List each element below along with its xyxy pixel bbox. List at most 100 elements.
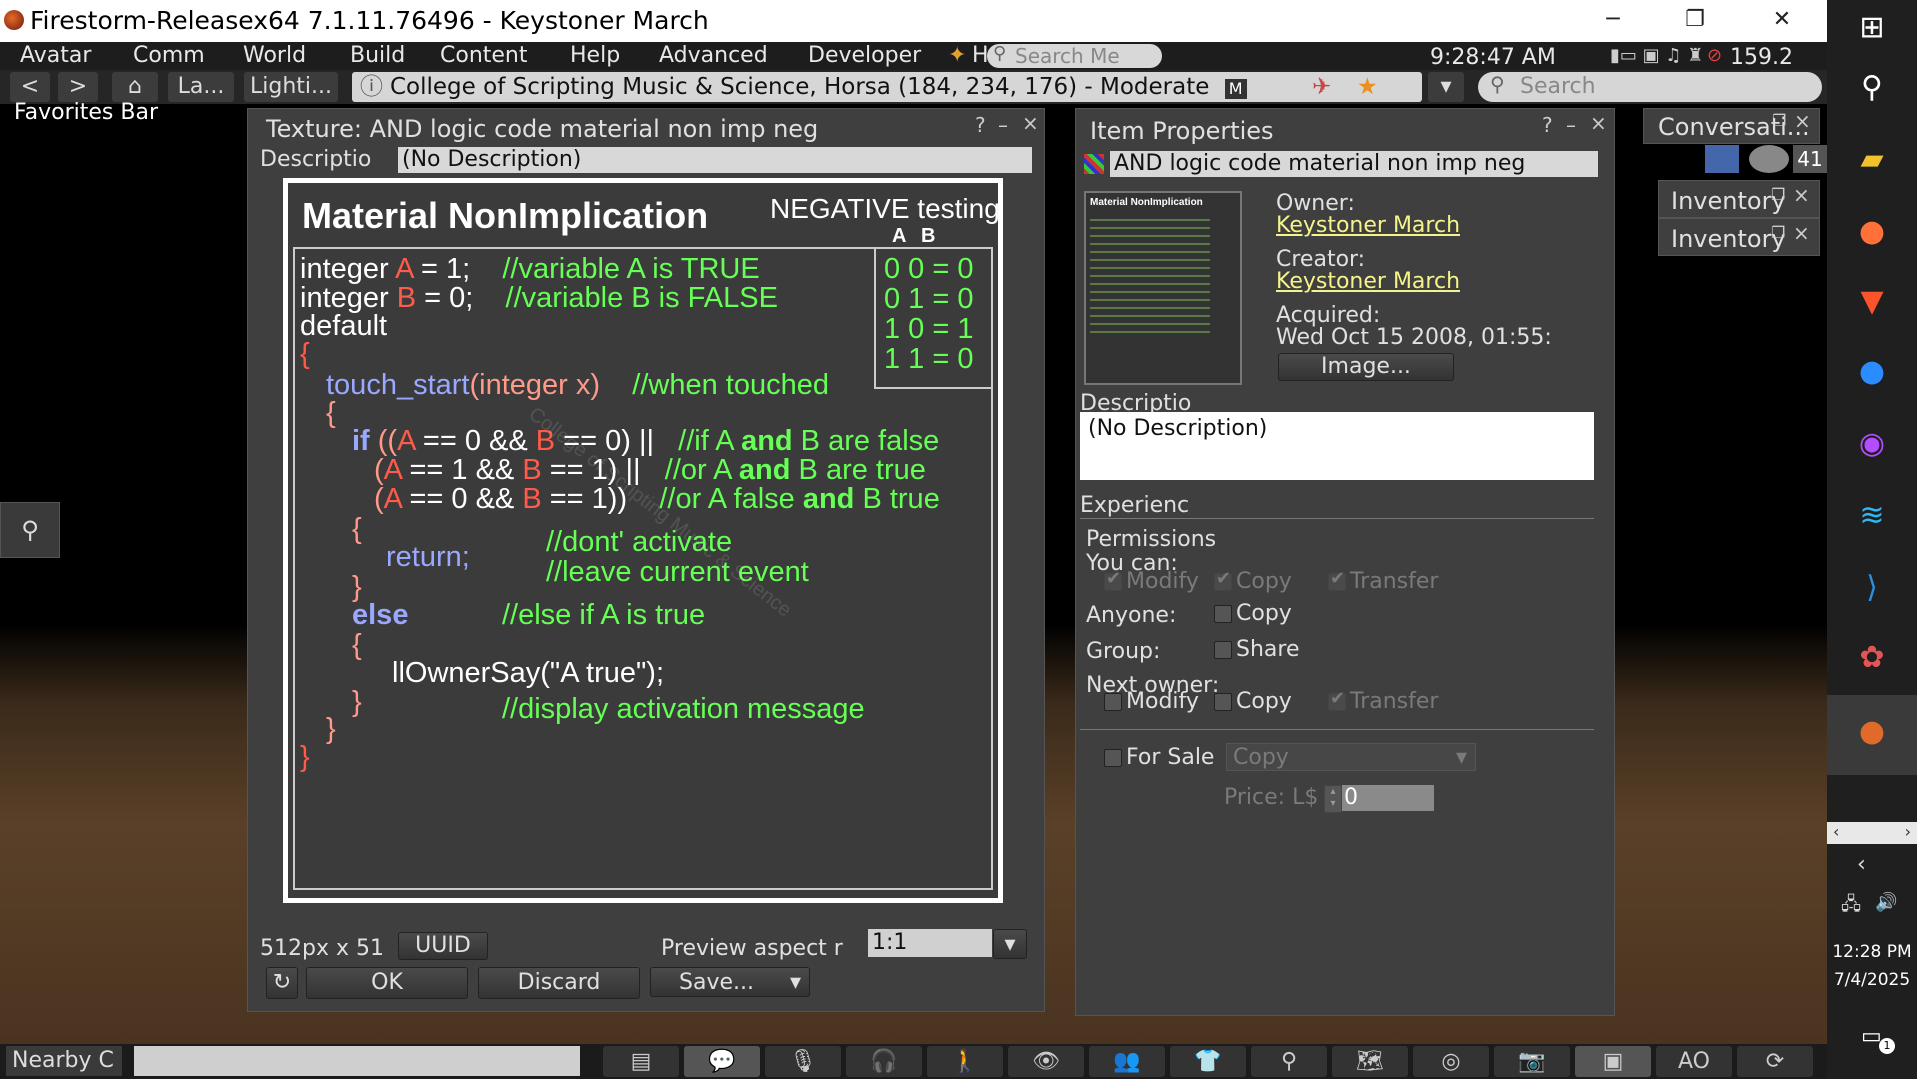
microphone-button[interactable]: 🎙 [765,1046,841,1077]
refresh-button[interactable]: ↻ [266,967,298,999]
radar-icon[interactable]: ◎ [1413,1046,1489,1077]
help-button[interactable]: ? [1542,113,1553,137]
search-menu-input[interactable]: Search Me [987,44,1162,68]
undock-icon[interactable]: ❐ [1772,111,1786,130]
close-floater-button[interactable]: × [1590,111,1607,135]
group-share-checkbox[interactable] [1214,641,1232,659]
sync-icon[interactable]: ⟳ [1737,1046,1813,1077]
windsurf-icon[interactable]: ≋ [1852,496,1892,536]
next-owner-copy-checkbox[interactable] [1214,693,1232,711]
restore-button[interactable]: ❐ [1655,0,1735,42]
home-button[interactable]: ⌂ [112,72,158,102]
firestorm-icon[interactable]: ● [1852,712,1892,752]
search-input[interactable]: Search [1478,72,1822,102]
undock-icon[interactable]: ❐ [1771,223,1785,242]
menu-world[interactable]: World [243,42,306,70]
inventory-floater-1[interactable]: Inventory ❐ × [1658,180,1820,218]
nearby-chat-button[interactable]: Nearby C [6,1046,122,1076]
minimize-floater-button[interactable]: – [1566,113,1576,137]
brave-icon[interactable]: ▼ [1852,282,1892,322]
owner-link[interactable]: Keystoner March [1276,213,1460,238]
item-name-input[interactable]: AND logic code material non imp neg [1110,151,1598,177]
firefox-dev-icon[interactable]: ● [1852,352,1892,392]
voice-icon[interactable]: ⊘ [1707,42,1722,70]
people-icon[interactable]: 👥 [1089,1046,1165,1077]
location-pin-button[interactable]: ⚲ [0,502,60,558]
aspect-dropdown-button[interactable]: ▾ [993,929,1027,959]
menu-content[interactable]: Content [440,42,528,70]
inventory-icon[interactable]: ▣ [1575,1046,1651,1077]
close-icon[interactable]: × [1793,221,1810,245]
close-icon[interactable]: × [1794,109,1811,133]
next-owner-modify-checkbox[interactable] [1104,693,1122,711]
location-input[interactable]: ⓘ College of Scripting Music & Science, … [352,72,1422,102]
taskbar-scrollbar[interactable]: ‹ › [1827,822,1917,844]
minimize-floater-button[interactable]: – [998,113,1008,137]
info-icon[interactable]: ⓘ [360,72,383,102]
chat-button[interactable]: 💬 [684,1046,760,1077]
for-sale-checkbox[interactable] [1104,749,1122,767]
help-button[interactable]: ? [975,113,986,137]
landmarks-button[interactable]: La... [168,72,234,102]
run-icon[interactable]: ✦ [948,42,966,70]
lighting-button[interactable]: Lighti... [244,72,338,102]
conversations-floater[interactable]: Conversati... ❐ × [1643,108,1820,144]
anyone-copy-checkbox[interactable] [1214,605,1232,623]
image-button[interactable]: Image... [1278,353,1454,381]
notecard-button[interactable]: ▤ [603,1046,679,1077]
close-floater-button[interactable]: × [1022,111,1039,135]
description-input[interactable]: (No Description) [398,147,1032,173]
discard-button[interactable]: Discard [478,967,640,999]
headphones-icon[interactable]: 🎧 [846,1046,922,1077]
undock-icon[interactable]: ❐ [1771,185,1785,204]
close-icon[interactable]: × [1793,183,1810,207]
walk-icon[interactable]: 🚶 [927,1046,1003,1077]
menu-advanced[interactable]: Advanced [659,42,768,70]
menu-comm[interactable]: Comm [133,42,205,70]
menu-avatar[interactable]: Avatar [20,42,91,70]
taskbar-date[interactable]: 7/4/2025 [1827,970,1917,990]
camera-icon[interactable]: 📷 [1494,1046,1570,1077]
media-icons[interactable]: ▮▭ ▣ ♫ ♜ [1610,42,1703,70]
network-icon[interactable]: 🖧 [1841,892,1861,922]
preview-aspect-combo[interactable]: 1:1 [868,929,992,957]
taskbar-time[interactable]: 12:28 PM [1827,942,1917,962]
price-input[interactable]: 0 [1342,785,1434,811]
windows-start-icon[interactable]: ⊞ [1852,8,1892,48]
chat-bubble-icon[interactable] [1749,145,1789,173]
minimize-button[interactable]: ─ [1573,0,1653,42]
conversation-thumbnail[interactable] [1705,145,1739,173]
location-dropdown-button[interactable]: ▾ [1428,72,1464,102]
favorite-star-icon[interactable]: ★ [1357,72,1378,102]
paint-icon[interactable]: ✿ [1852,638,1892,678]
chevron-left-icon[interactable]: ‹ [1857,852,1866,877]
back-button[interactable]: < [10,72,50,102]
balance[interactable]: 159.2 [1730,45,1793,70]
volume-icon[interactable]: 🔊 [1875,892,1897,913]
ao-button[interactable]: AO [1656,1046,1732,1077]
description-textarea[interactable]: (No Description) [1080,412,1594,480]
vscode-icon[interactable]: ⟩ [1852,568,1892,608]
menu-developer[interactable]: Developer [808,42,921,70]
map-icon[interactable]: 🗺 [1332,1046,1408,1077]
uuid-button[interactable]: UUID [398,932,488,960]
shirt-icon[interactable]: 👕 [1170,1046,1246,1077]
menu-help[interactable]: Help [570,42,620,70]
price-spinner[interactable]: ▴ ▾ [1324,785,1342,813]
ok-button[interactable]: OK [306,967,468,999]
search-icon[interactable]: ⚲ [1852,68,1892,108]
file-explorer-icon[interactable]: ▰ [1852,140,1892,180]
chat-input[interactable] [134,1046,580,1076]
firefox-icon[interactable]: ● [1852,212,1892,252]
save-button[interactable]: Save... ▾ [650,967,810,997]
forward-button[interactable]: > [58,72,98,102]
creator-link[interactable]: Keystoner March [1276,269,1460,294]
menu-build[interactable]: Build [350,42,405,70]
inventory-floater-2[interactable]: Inventory ❐ × [1658,218,1820,256]
eye-icon[interactable]: 👁 [1008,1046,1084,1077]
conversation-count[interactable]: 41 [1793,145,1827,173]
search-icon[interactable]: ⚲ [1251,1046,1327,1077]
close-window-button[interactable]: ✕ [1742,0,1822,42]
mask-app-icon[interactable]: ◉ [1852,424,1892,464]
home-icon: ⌂ [128,74,142,99]
